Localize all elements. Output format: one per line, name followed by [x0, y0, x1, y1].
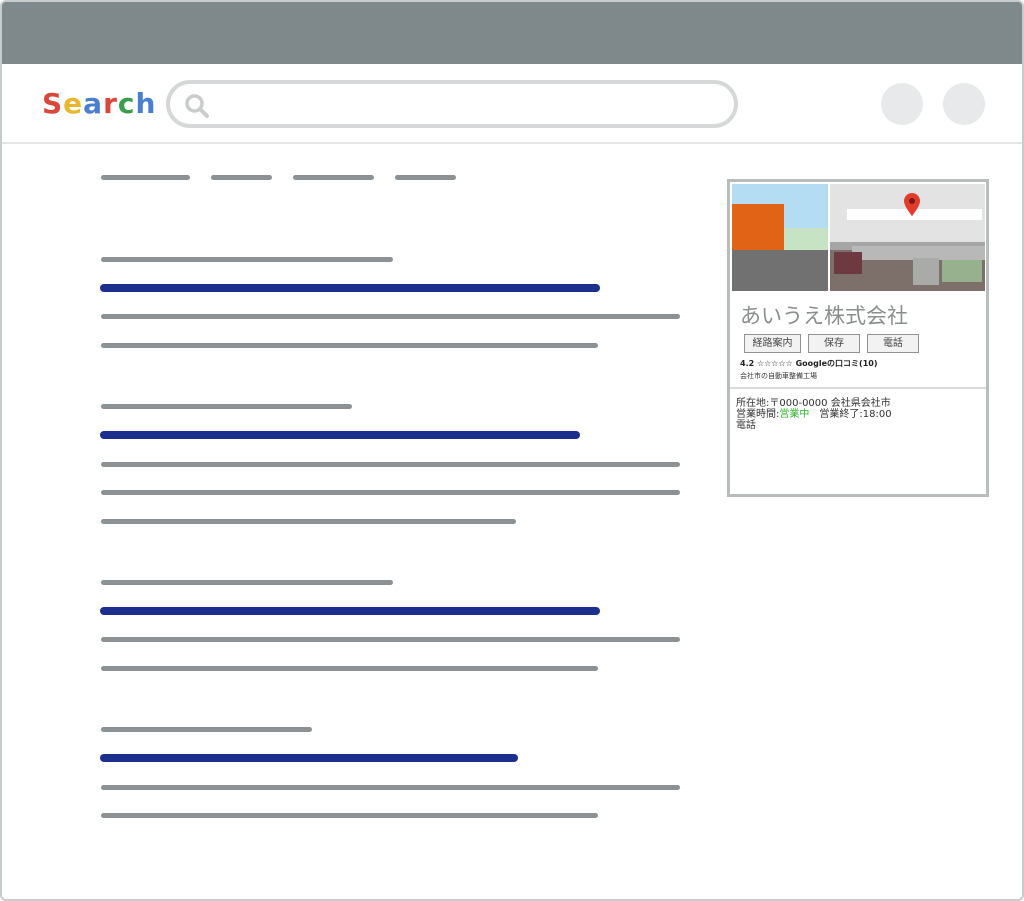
result-title-link[interactable] [100, 284, 600, 292]
logo-letter: a [83, 87, 104, 120]
menu-button[interactable] [943, 83, 985, 125]
result-snippet [101, 462, 680, 467]
result-url [101, 727, 312, 732]
result-title-link[interactable] [100, 431, 580, 439]
map-building [913, 258, 939, 285]
road [732, 250, 828, 291]
search-tab[interactable] [293, 175, 374, 180]
business-photo[interactable] [732, 184, 828, 291]
result-snippet [101, 519, 516, 524]
call-button[interactable]: 電話 [867, 334, 919, 353]
title-bar [2, 2, 1022, 64]
business-profile-card: あいうえ株式会社 経路案内 保存 電話 4.2 ☆☆☆☆☆ Googleの口コミ… [727, 179, 989, 497]
phone-row: 電話 [736, 416, 756, 431]
result-snippet [101, 637, 680, 642]
open-status[interactable]: 営業中 [779, 409, 809, 420]
business-map[interactable] [830, 184, 985, 291]
save-button[interactable]: 保存 [808, 334, 860, 353]
result-snippet [101, 785, 680, 790]
account-button[interactable] [881, 83, 923, 125]
search-tab[interactable] [101, 175, 190, 180]
hours-row: 営業時間:営業中 営業終了:18:00 [736, 405, 892, 420]
logo-letter: e [63, 87, 84, 120]
search-input[interactable] [218, 90, 722, 120]
phone-label: 電話 [736, 420, 756, 431]
logo-letter: r [103, 87, 118, 120]
search-tab[interactable] [211, 175, 272, 180]
search-tab[interactable] [395, 175, 456, 180]
business-name: あいうえ株式会社 [740, 304, 908, 328]
card-divider [730, 387, 986, 389]
result-snippet [101, 813, 598, 818]
building [732, 204, 784, 250]
result-snippet [101, 490, 680, 495]
greenery [784, 228, 828, 250]
browser-window: Search あいうえ株式会社 経路案内 保存 電話 4.2 ☆☆☆☆☆ Goo… [0, 0, 1024, 901]
result-url [101, 580, 393, 585]
result-snippet [101, 666, 598, 671]
search-box[interactable] [166, 80, 738, 128]
result-url [101, 404, 352, 409]
logo-letter: h [135, 87, 157, 120]
closing-time: 営業終了:18:00 [819, 409, 892, 420]
result-title-link[interactable] [100, 607, 600, 615]
business-category: 会社市の自動車整備工場 [740, 372, 817, 380]
search-toolbar: Search [2, 64, 1022, 144]
search-icon[interactable] [184, 93, 210, 119]
result-url [101, 257, 393, 262]
result-snippet [101, 343, 598, 348]
logo-letter: S [42, 87, 64, 120]
map-park [942, 260, 982, 282]
directions-button[interactable]: 経路案内 [744, 334, 801, 353]
result-snippet [101, 314, 680, 319]
result-title-link[interactable] [100, 754, 518, 762]
map-block [834, 252, 862, 274]
logo-letter: c [117, 87, 136, 120]
map-pin-icon[interactable] [904, 193, 920, 216]
search-logo[interactable]: Search [42, 87, 156, 120]
rating-summary[interactable]: 4.2 ☆☆☆☆☆ Googleの口コミ(10) [740, 358, 878, 369]
